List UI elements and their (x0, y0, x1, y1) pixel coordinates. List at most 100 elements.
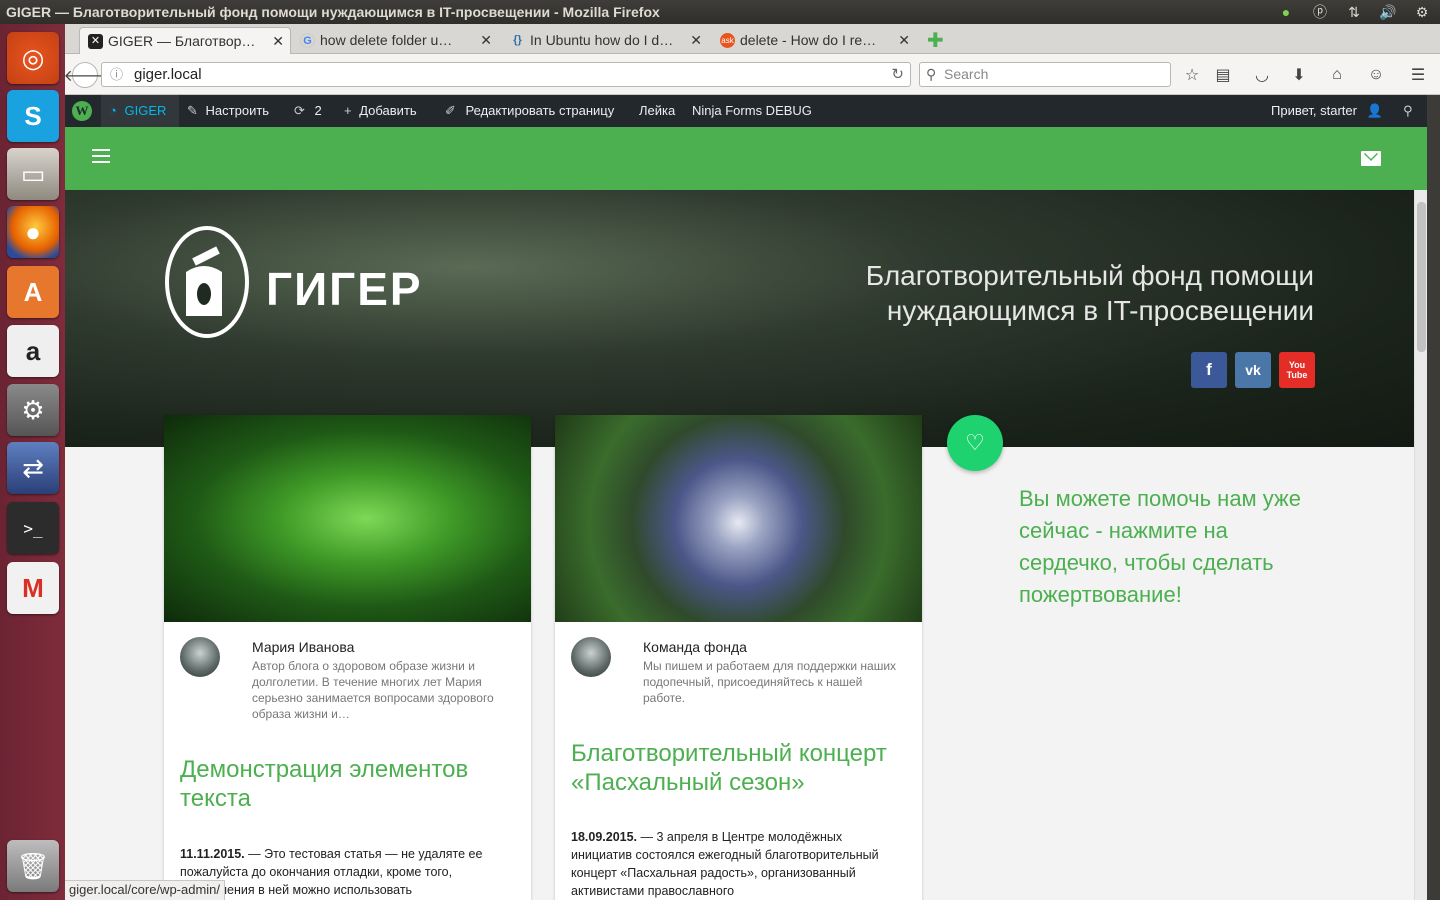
tagline-line-2: нуждающимся в IT-просвещении (886, 295, 1314, 326)
search-placeholder: Search (944, 66, 989, 82)
post-title[interactable]: Благотворительный концерт «Пасхальный се… (571, 739, 906, 797)
wp-customize[interactable]: ✎ Настроить (187, 95, 269, 127)
avatar (180, 637, 220, 677)
donate-text: Вы можете помочь нам уже сейчас - нажмит… (1019, 486, 1301, 607)
plus-icon: + (344, 103, 352, 118)
search-input[interactable]: ⚲ Search (919, 62, 1171, 87)
wp-site-menu[interactable]: ◔ GIGER (101, 95, 179, 127)
post-card[interactable]: Команда фонда Мы пишем и работаем для по… (555, 415, 922, 900)
trash-icon[interactable]: 🗑 (7, 840, 59, 892)
post-excerpt: 18.09.2015. — 3 апреля в Центре молодёжн… (571, 828, 906, 900)
wordpress-logo-icon[interactable]: W (72, 101, 92, 121)
wp-updates[interactable]: ⟳ 2 (294, 95, 322, 127)
tab-google[interactable]: G how delete folder u… ✕ (292, 27, 498, 54)
tab-unix-stackexchange[interactable]: {} In Ubuntu how do I d… ✕ (502, 27, 708, 54)
add-label: Добавить (359, 103, 417, 118)
bookmark-star-icon[interactable]: ☆ (1179, 62, 1205, 88)
wp-search-icon[interactable]: ⚲ (1403, 95, 1413, 127)
volume-icon[interactable]: 🔊 (1378, 0, 1398, 24)
heart-icon: ♡ (965, 430, 985, 455)
back-button[interactable]: 🡐 (64, 62, 106, 88)
system-tray: ● ⓟ ⇅ 🔊 ⚙ (1276, 0, 1432, 24)
hamburger-menu-icon[interactable] (92, 149, 110, 163)
new-tab-button[interactable]: ✚ (927, 28, 944, 53)
wp-account-menu[interactable]: Привет, starter 👤 (1271, 95, 1383, 127)
terminal-icon[interactable]: >_ (7, 502, 59, 554)
skype-icon[interactable]: S (7, 90, 59, 142)
page-scrollbar[interactable] (1414, 190, 1427, 900)
tab-title: delete - How do I re… (740, 32, 877, 48)
url-bar[interactable]: ⓘ giger.local ↻ (101, 62, 911, 87)
greeting: Привет, starter (1271, 103, 1357, 118)
settings-icon[interactable]: ⚙ (7, 384, 59, 436)
navigation-toolbar: 🡐 ⓘ giger.local ↻ ⚲ Search ☆ ▤ ◡ ⬇ ⌂ ☺ ☰ (64, 54, 1440, 95)
avatar (571, 637, 611, 677)
donate-heart-button[interactable]: ♡ (947, 415, 1003, 471)
post-image-thistle[interactable] (555, 415, 922, 622)
tab-title: In Ubuntu how do I d… (530, 32, 674, 48)
youtube-icon[interactable]: You Tube (1279, 352, 1315, 388)
tab-title: how delete folder u… (320, 32, 453, 48)
gear-icon[interactable]: ⚙ (1412, 0, 1432, 24)
user-avatar-icon: 👤 (1366, 103, 1383, 118)
post-card[interactable]: Мария Иванова Автор блога о здоровом обр… (164, 415, 531, 900)
launcher: ◎ S ▭ ● A a ⚙ ⇄ >_ M 🗑 (0, 24, 65, 900)
p-icon[interactable]: ⓟ (1310, 0, 1330, 24)
site-tagline: Благотворительный фонд помощи нуждающимс… (866, 258, 1314, 328)
wp-add-new[interactable]: + Добавить (344, 95, 417, 127)
tab-title: GIGER — Благотвор… (108, 33, 256, 49)
ubuntu-icon[interactable]: ◎ (7, 32, 59, 84)
tagline-line-1: Благотворительный фонд помощи (865, 260, 1314, 291)
wp-watering-link[interactable]: Лейка (639, 95, 675, 127)
wp-ninja-debug-link[interactable]: Ninja Forms DEBUG (692, 95, 812, 127)
tab-askubuntu[interactable]: ask delete - How do I re… ✕ (712, 27, 916, 54)
wp-edit-page[interactable]: ✐ Редактировать страницу (445, 95, 614, 127)
post-date: 18.09.2015. (571, 830, 638, 844)
remote-desktop-icon[interactable]: ⇄ (7, 442, 59, 494)
files-icon[interactable]: ▭ (7, 148, 59, 200)
google-favicon-icon: G (300, 33, 315, 48)
gmail-icon[interactable]: M (7, 562, 59, 614)
firefox-icon[interactable]: ● (7, 206, 59, 258)
post-author[interactable]: Мария Иванова (252, 639, 354, 655)
site-logo[interactable]: ГИГЕР (164, 222, 424, 338)
downloads-icon[interactable]: ⬇ (1286, 62, 1312, 88)
network-icon[interactable]: ⇅ (1344, 0, 1364, 24)
post-author[interactable]: Команда фонда (643, 639, 747, 655)
chat-icon[interactable]: ☺ (1363, 62, 1389, 88)
update-icon[interactable]: ● (1276, 0, 1296, 24)
window-title: GIGER — Благотворительный фонд помощи ну… (6, 4, 660, 20)
vk-icon[interactable]: vk (1235, 352, 1271, 388)
os-top-panel: GIGER — Благотворительный фонд помощи ну… (0, 0, 1440, 24)
close-tab-icon[interactable]: ✕ (480, 27, 492, 54)
mail-icon[interactable] (1361, 147, 1381, 166)
brush-icon: ✎ (187, 103, 198, 118)
author-bio: Мы пишем и работаем для поддержки наших … (643, 659, 897, 705)
reload-icon[interactable]: ↻ (891, 63, 904, 86)
edit-page-label: Редактировать страницу (465, 103, 615, 118)
home-icon[interactable]: ⌂ (1324, 62, 1350, 88)
close-tab-icon[interactable]: ✕ (690, 27, 702, 54)
post-date: 11.11.2015. (180, 847, 245, 861)
author-bio: Автор блога о здоровом образе жизни и до… (252, 659, 494, 721)
pocket-icon[interactable]: ◡ (1249, 62, 1275, 88)
menu-icon[interactable]: ☰ (1405, 62, 1431, 88)
tab-giger[interactable]: ✕ GIGER — Благотвор… ✕ (79, 27, 291, 54)
info-icon[interactable]: ⓘ (110, 63, 123, 86)
close-tab-icon[interactable]: ✕ (898, 27, 910, 54)
pencil-icon: ✐ (445, 103, 456, 118)
reading-list-icon[interactable]: ▤ (1210, 62, 1236, 88)
scrollbar-thumb[interactable] (1417, 202, 1426, 352)
logo-text: ГИГЕР (266, 263, 423, 315)
updates-count: 2 (314, 103, 322, 118)
post-title[interactable]: Демонстрация элементов текста (180, 755, 515, 813)
amazon-icon[interactable]: a (7, 325, 59, 377)
software-center-icon[interactable]: A (7, 266, 59, 318)
page-viewport: ГИГЕР Благотворительный фонд помощи нужд… (65, 127, 1427, 900)
close-tab-icon[interactable]: ✕ (272, 28, 284, 54)
post-image-leaves[interactable] (164, 415, 531, 622)
facebook-icon[interactable]: f (1191, 352, 1227, 388)
wp-admin-bar: W ◔ GIGER ✎ Настроить ⟳ 2 + Добавить ✐ Р… (65, 95, 1427, 127)
customize-label: Настроить (205, 103, 270, 118)
status-bar-url: giger.local/core/wp-admin/ (65, 880, 226, 900)
